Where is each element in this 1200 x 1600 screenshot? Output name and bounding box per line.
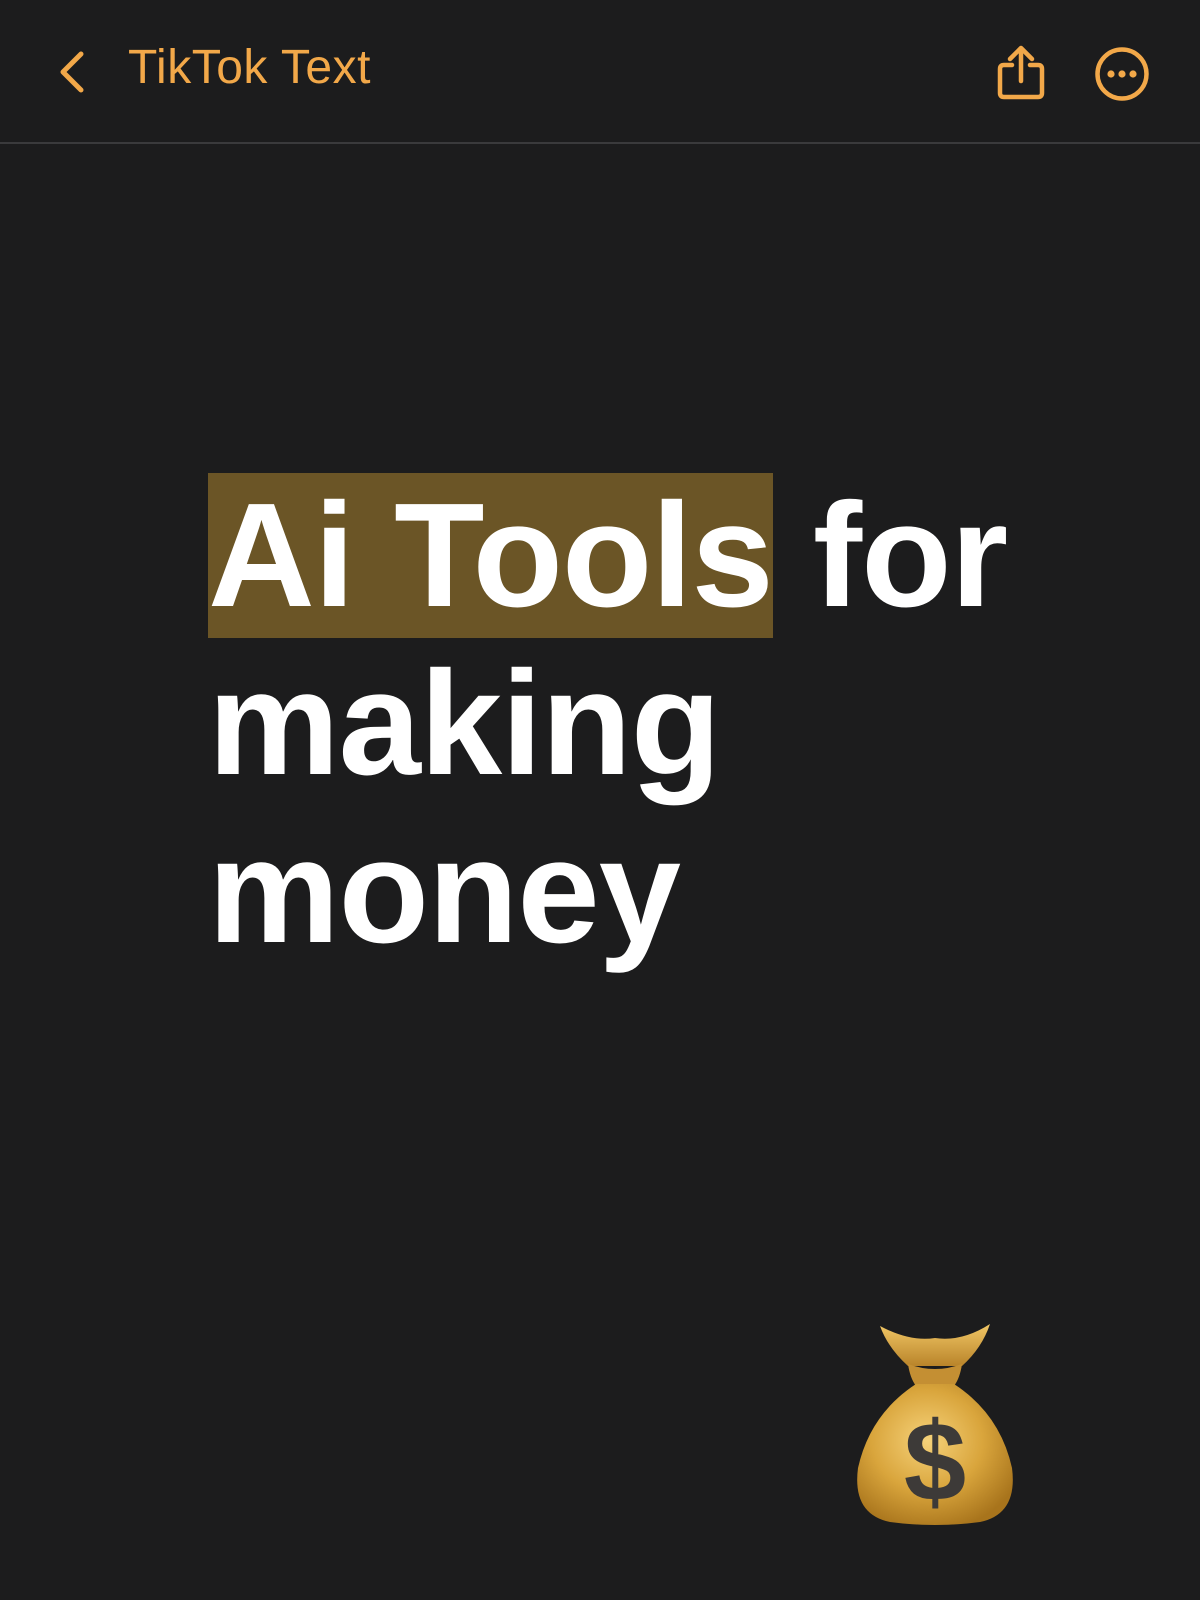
chevron-left-icon xyxy=(60,51,84,93)
navigation-bar: TikTok Text xyxy=(0,0,1200,144)
money-bag-icon: $ xyxy=(857,1324,1013,1525)
back-button[interactable] xyxy=(44,44,100,100)
ellipsis-circle-icon xyxy=(1095,47,1149,101)
folder-title[interactable]: TikTok Text xyxy=(128,38,371,98)
note-body-text[interactable]: Ai Tools for making money xyxy=(208,472,1108,976)
share-icon xyxy=(997,45,1045,100)
share-button[interactable] xyxy=(990,42,1052,104)
highlighted-text: Ai Tools xyxy=(208,473,774,638)
more-button[interactable] xyxy=(1092,44,1152,104)
notes-screen: TikTok Text Ai Tools for making money $ xyxy=(0,0,1200,1600)
note-line-1-rest: for xyxy=(772,473,1008,638)
note-line-2: making xyxy=(208,641,721,806)
svg-text:$: $ xyxy=(904,1399,966,1524)
note-line-3: money xyxy=(208,809,681,974)
note-line-1: Ai Tools for xyxy=(208,472,1108,640)
